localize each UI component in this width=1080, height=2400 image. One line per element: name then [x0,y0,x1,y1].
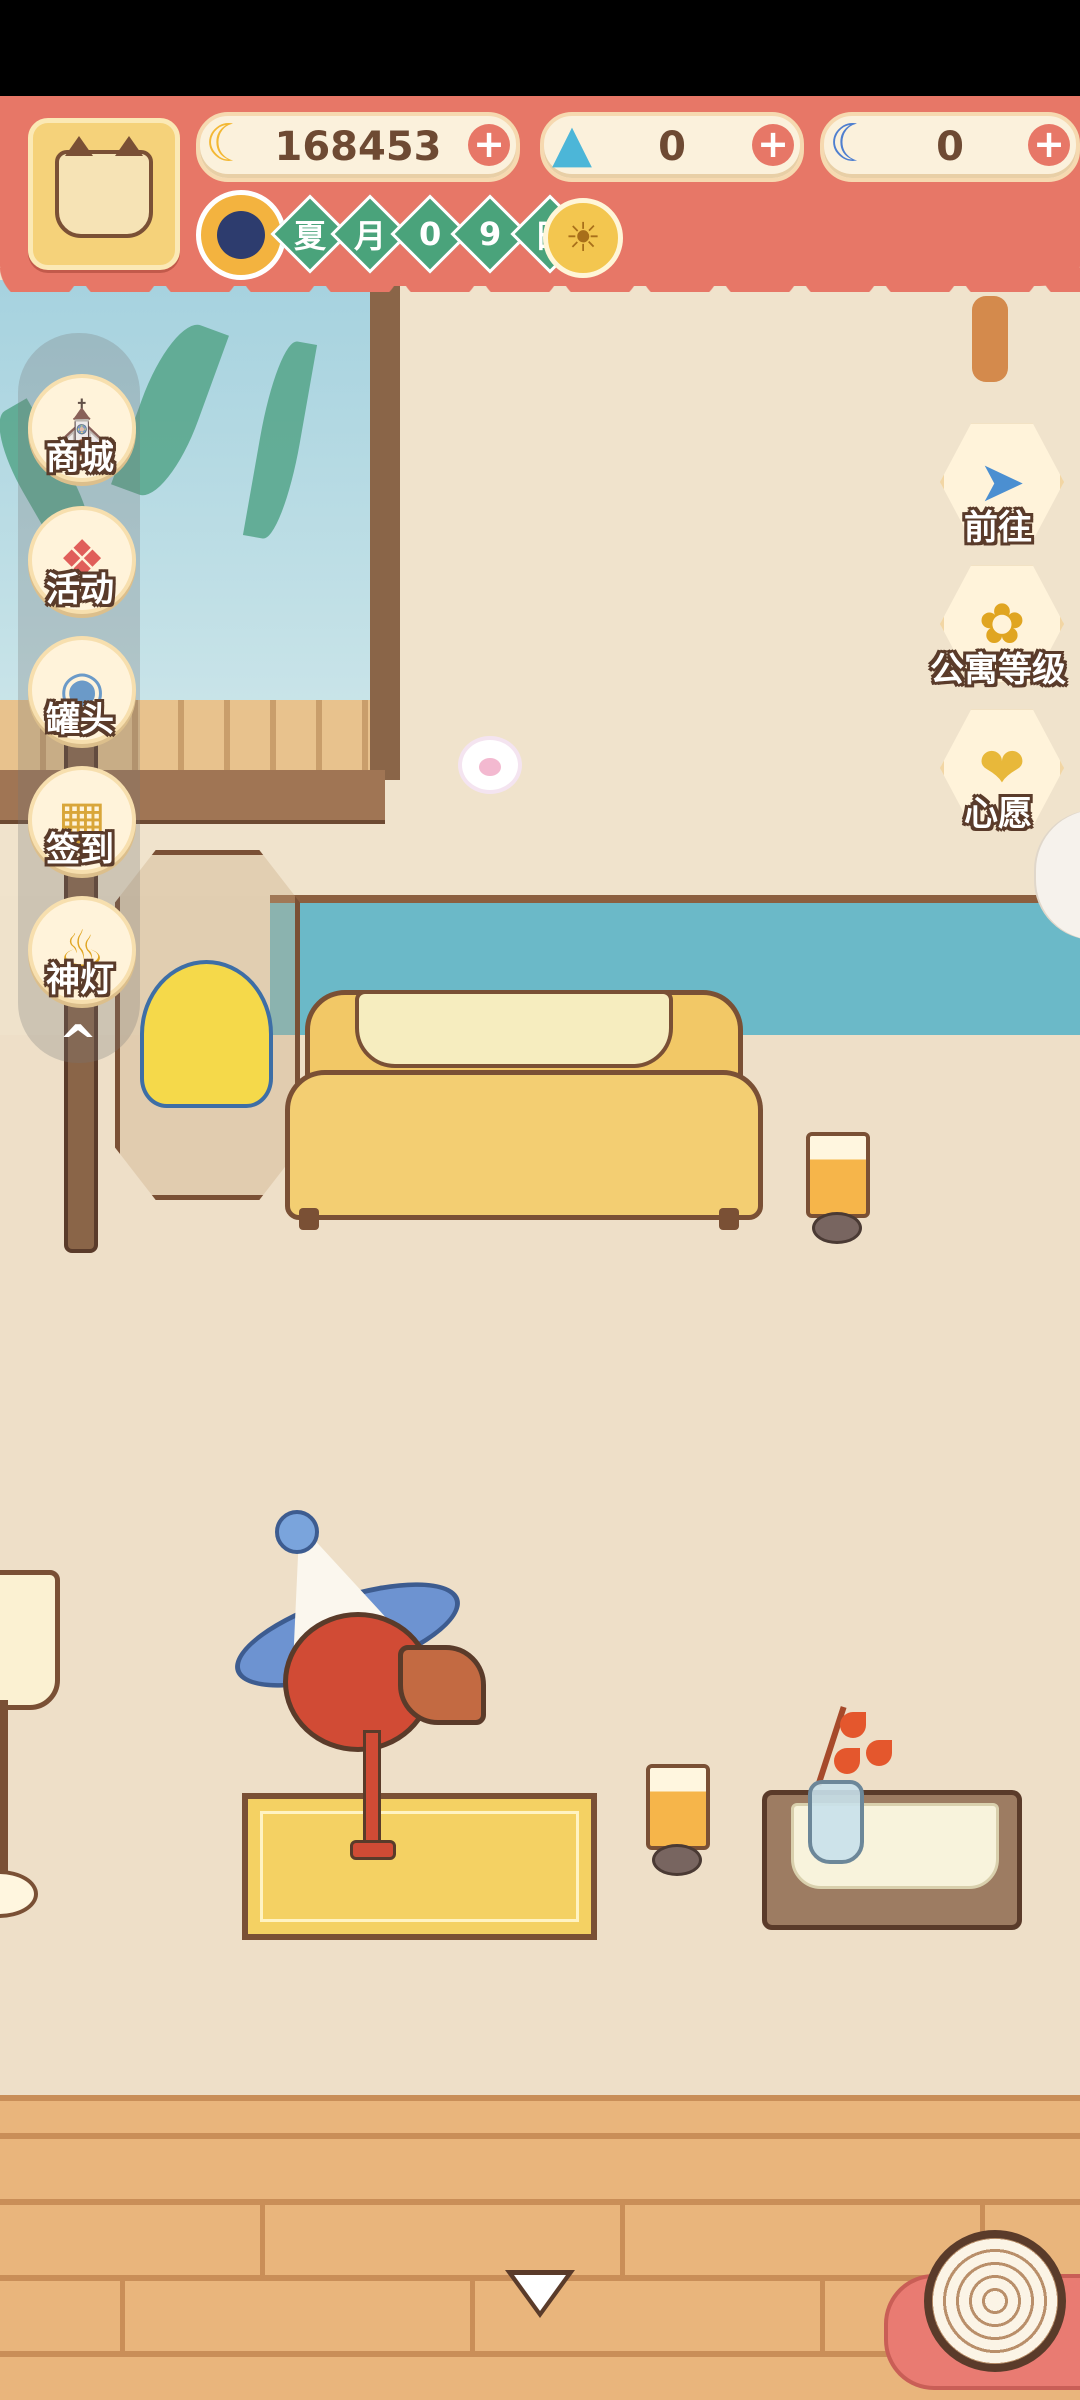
sofa-throw [355,990,673,1068]
character-wing [398,1645,486,1725]
plant-leaf [242,338,318,542]
side-table[interactable] [762,1790,1022,1930]
blue-flame-icon: ▲ [552,114,592,174]
cat-avatar-icon [55,136,153,238]
can-button[interactable]: ◉ 罐头 [20,630,138,748]
table-lamp[interactable] [806,1132,870,1244]
sun-icon[interactable]: ☀ [543,198,623,278]
signin-label: 签到 [46,830,114,870]
event-label: 活动 [46,570,114,610]
game-screen: ☾ 168453 + ▲ 0 + ☾ 0 + 夏 月 0 9 日 ☀ ⛪ 商城 … [0,0,1080,2400]
apartment-level-label: 公寓等级 [930,650,1066,690]
floor-lamp[interactable] [0,1570,60,1710]
rug[interactable] [242,1793,597,1940]
magic-lamp-label: 神灯 [46,960,114,1000]
table-lamp[interactable] [646,1764,710,1876]
shop-button[interactable]: ⛪ 商城 [20,368,138,486]
yarn-ball-icon[interactable] [924,2230,1066,2372]
date-display: 夏 月 0 9 日 [270,194,590,274]
banana-counter: ☾ 168453 + [196,112,520,182]
flame-counter: ▲ 0 + [540,112,804,182]
berry [866,1740,892,1766]
berry [834,1748,860,1774]
flame-value: 0 [658,124,686,170]
character-hat-pom [275,1510,319,1554]
sofa[interactable] [285,990,763,1230]
floor-lamp-stand [0,1700,8,1880]
can-label: 罐头 [46,700,114,740]
shop-label: 商城 [46,438,114,478]
collapse-menu-button[interactable]: ^ [50,1019,106,1065]
paw-print-icon[interactable] [462,740,518,790]
goto-button[interactable]: ➤ 前往 [928,420,1068,560]
berry [840,1712,866,1738]
player-avatar[interactable] [28,118,180,270]
signin-button[interactable]: ▦ 签到 [20,760,138,878]
wish-button[interactable]: ❤ 心愿 [928,706,1068,846]
character-leg [363,1730,381,1856]
character-foot [350,1840,396,1860]
blue-banana-value: 0 [936,124,964,170]
sofa-seat [285,1070,763,1220]
banana-value: 168453 [274,124,442,170]
toy-figure [140,960,273,1108]
blue-banana-counter: ☾ 0 + [820,112,1080,182]
banana-icon: ☾ [204,114,252,174]
event-button[interactable]: ❖ 活动 [20,500,138,618]
hud-scallop [0,268,1080,292]
apartment-level-button[interactable]: ✿ 公寓等级 [928,562,1068,702]
add-flame-button[interactable]: + [752,124,794,166]
status-bar [0,0,1080,96]
blue-banana-icon: ☾ [828,114,876,174]
magic-lamp-button[interactable]: ♨ 神灯 [20,890,138,1008]
wish-label: 心愿 [964,794,1032,834]
chevron-down-icon[interactable] [505,2270,575,2324]
vase [808,1780,864,1864]
hanging-ornament [972,296,1008,382]
goto-label: 前往 [964,508,1032,548]
add-banana-button[interactable]: + [468,124,510,166]
sofa-leg [299,1208,319,1230]
add-blue-banana-button[interactable]: + [1028,124,1070,166]
sofa-leg [719,1208,739,1230]
